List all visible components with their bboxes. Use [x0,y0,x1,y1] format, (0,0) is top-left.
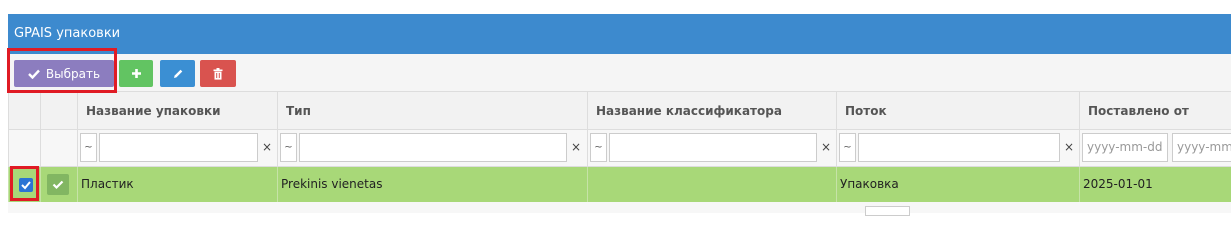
filter-delivered-from: yyyy-mm-dd yyyy-mm-dd [1079,130,1231,166]
date-from-input[interactable]: yyyy-mm-dd [1082,133,1168,162]
filter-empty-1 [8,130,40,166]
filter-operator-classifier[interactable]: ~ [590,133,607,162]
add-button[interactable] [119,60,153,87]
pencil-icon [172,68,184,80]
plus-icon [131,68,142,79]
filter-type-input[interactable] [299,133,567,162]
filter-type-clear-icon[interactable]: × [569,133,583,162]
cell-classifier [587,167,836,202]
column-header-delivered-from[interactable]: Поставлено от [1079,92,1231,129]
page-number-input[interactable] [865,206,910,216]
filter-type: ~ × [277,130,587,166]
trash-icon [213,67,223,80]
cell-flow: Упаковка [836,167,1079,202]
row-status-cell [40,167,77,202]
cell-delivered-from: 2025-01-01 [1079,167,1231,202]
filter-operator-type[interactable]: ~ [280,133,297,162]
filter-row: ~ × ~ × ~ × ~ × yyyy-mm-dd yyyy-mm-dd [8,130,1231,167]
filter-operator-flow[interactable]: ~ [839,133,856,162]
filter-classifier-input[interactable] [609,133,817,162]
date-to-input[interactable]: yyyy-mm-dd [1172,133,1231,162]
highlight-row-checkbox [10,166,39,201]
filter-flow-input[interactable] [858,133,1060,162]
toolbar: Выбрать [8,54,1231,91]
edit-button[interactable] [160,60,195,87]
filter-empty-2 [40,130,77,166]
column-header-flow[interactable]: Поток [836,92,1079,129]
filter-flow: ~ × [836,130,1079,166]
header-select-all[interactable] [8,92,40,129]
cell-type: Prekinis vienetas [277,167,587,202]
filter-operator-name[interactable]: ~ [80,133,97,162]
column-header-classifier[interactable]: Название классификатора [587,92,836,129]
filter-classifier: ~ × [587,130,836,166]
column-header-name[interactable]: Название упаковки [77,92,277,129]
cell-name: Пластик [77,167,277,202]
delete-button[interactable] [200,60,236,87]
header-status [40,92,77,129]
filter-classifier-clear-icon[interactable]: × [819,133,833,162]
table-header: Название упаковки Тип Название классифик… [8,91,1231,130]
column-header-type[interactable]: Тип [277,92,587,129]
filter-flow-clear-icon[interactable]: × [1062,133,1076,162]
panel-title: GPAIS упаковки [8,14,1231,54]
filter-name: ~ × [77,130,277,166]
filter-name-clear-icon[interactable]: × [260,133,274,162]
table-row[interactable]: Пластик Prekinis vienetas Упаковка 2025-… [8,167,1231,202]
highlight-select-button [7,48,117,93]
table-footer [8,202,1231,213]
filter-name-input[interactable] [99,133,258,162]
row-status-check-icon [47,174,69,195]
